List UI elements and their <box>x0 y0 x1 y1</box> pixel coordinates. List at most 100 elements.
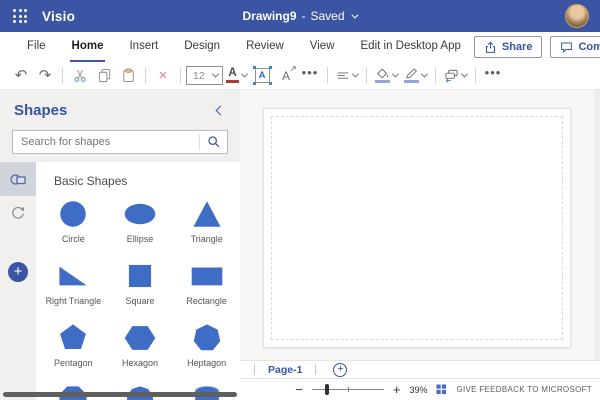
drawing-page[interactable] <box>263 108 571 348</box>
redo-button[interactable]: ↷ <box>33 64 57 88</box>
comments-icon <box>561 42 573 53</box>
chevron-down-icon <box>240 70 249 78</box>
shape-heptagon[interactable]: Heptagon <box>173 321 240 383</box>
feedback-link[interactable]: GIVE FEEDBACK TO MICROSOFT <box>456 385 592 394</box>
paste-button[interactable] <box>116 64 140 88</box>
delete-button[interactable]: × <box>151 64 175 88</box>
toolbar-divider <box>180 67 181 84</box>
line-pen-icon <box>405 68 417 79</box>
shapes-stencil-icon <box>10 174 26 185</box>
more-options-button[interactable]: ••• <box>481 64 505 88</box>
stencil-tab-shapes[interactable] <box>0 162 36 196</box>
search-button[interactable] <box>200 131 227 153</box>
canvas-vertical-scrollbar[interactable] <box>594 90 600 360</box>
share-icon <box>485 41 495 53</box>
text-orientation-button[interactable]: A <box>274 64 298 88</box>
toolbar-divider <box>435 67 436 84</box>
font-size-value: 12 <box>193 69 205 82</box>
user-avatar[interactable] <box>565 4 589 28</box>
shape-line-button[interactable] <box>401 64 430 88</box>
shape-pentagon[interactable]: Pentagon <box>40 321 107 383</box>
canvas-column: Page-1 + − + 39% GIVE FEEDBACK TO MICROS… <box>240 90 600 400</box>
font-size-select[interactable]: 12 <box>186 66 223 85</box>
page-tab-bar: Page-1 + <box>240 360 600 378</box>
shape-label: Triangle <box>190 234 223 244</box>
fit-to-window-icon <box>436 384 447 395</box>
zoom-out-button[interactable]: − <box>295 383 303 396</box>
tab-insert[interactable]: Insert <box>116 32 171 62</box>
shape-square[interactable]: Square <box>107 259 174 321</box>
zoom-in-button[interactable]: + <box>393 383 401 396</box>
shape-right-triangle[interactable]: Right Triangle <box>40 259 107 321</box>
zoom-level[interactable]: 39% <box>409 385 427 395</box>
toolbar-divider <box>475 67 476 84</box>
menu-tabs: File Home Insert Design Review View Edit in De… <box>14 32 474 62</box>
align-button[interactable] <box>333 64 361 88</box>
text-box-icon: A <box>254 68 270 83</box>
stencil-rail: + <box>0 162 36 400</box>
section-title: Basic Shapes <box>54 174 128 188</box>
shape-hexagon[interactable]: Hexagon <box>107 321 174 383</box>
stencil-tab-refresh[interactable] <box>0 196 36 230</box>
fit-to-window-button[interactable] <box>436 384 447 395</box>
tab-design[interactable]: Design <box>171 32 233 62</box>
toolbar-divider <box>366 67 367 84</box>
toolbar-divider <box>145 67 146 84</box>
collapse-panel-icon[interactable] <box>215 105 226 116</box>
tab-home[interactable]: Home <box>59 32 117 62</box>
tab-view[interactable]: View <box>297 32 348 62</box>
chevron-down-icon <box>391 70 400 78</box>
shape-label: Rectangle <box>186 296 227 306</box>
paste-icon <box>122 68 134 82</box>
copy-icon <box>98 68 110 83</box>
comments-label: Comments <box>578 41 600 53</box>
shapes-panel: Shapes Search for shapes + Basic Shapes … <box>0 90 240 400</box>
page-margin-guide <box>271 116 563 340</box>
refresh-icon <box>12 206 24 219</box>
panel-horizontal-scrollbar[interactable] <box>3 392 237 397</box>
chevron-down-icon <box>420 70 429 78</box>
undo-button[interactable]: ↶ <box>9 64 33 88</box>
toolbar-divider <box>327 67 328 84</box>
page-tab[interactable]: Page-1 <box>255 364 315 376</box>
copy-button[interactable] <box>92 64 116 88</box>
text-box-button[interactable]: A <box>250 64 274 88</box>
arrange-button[interactable] <box>441 64 470 88</box>
shape-search-input[interactable] <box>13 136 199 148</box>
scissors-icon <box>73 69 86 83</box>
shape-label: Heptagon <box>187 358 227 368</box>
shape-ellipse[interactable]: Ellipse <box>107 197 174 259</box>
chevron-down-icon <box>460 70 469 78</box>
arrange-icon <box>445 69 458 83</box>
save-status: Saved <box>310 9 345 23</box>
shape-circle[interactable]: Circle <box>40 197 107 259</box>
menu-actions: Share Comments <box>473 36 600 58</box>
shape-grid: Circle Ellipse Triangle Right Triangle Squar… <box>40 197 240 400</box>
shape-rectangle[interactable]: Rectangle <box>173 259 240 321</box>
shape-triangle[interactable]: Triangle <box>173 197 240 259</box>
title-separator: - <box>301 9 306 23</box>
shape-label: Right Triangle <box>45 296 102 306</box>
search-icon <box>207 136 219 148</box>
align-icon <box>337 71 349 79</box>
zoom-slider[interactable] <box>311 384 384 395</box>
add-page-button[interactable]: + <box>333 362 348 377</box>
zoom-slider-handle[interactable] <box>324 384 329 395</box>
menubar: File Home Insert Design Review View Edit in De… <box>0 32 600 62</box>
more-text-options-button[interactable]: ••• <box>298 64 322 88</box>
app-launcher-icon[interactable] <box>13 9 27 23</box>
main-area: Shapes Search for shapes + Basic Shapes … <box>0 90 600 400</box>
comments-button[interactable]: Comments <box>550 36 600 58</box>
tab-file[interactable]: File <box>14 32 59 62</box>
share-button[interactable]: Share <box>473 36 543 58</box>
add-stencil-button[interactable]: + <box>8 262 28 282</box>
app-name: Visio <box>42 8 76 24</box>
drawing-canvas[interactable] <box>240 90 600 360</box>
cut-button[interactable] <box>68 64 92 88</box>
shape-fill-button[interactable] <box>372 64 401 88</box>
toolbar-divider <box>62 67 63 84</box>
tab-edit-in-desktop-app[interactable]: Edit in Desktop App <box>348 32 474 62</box>
document-title[interactable]: Drawing9 - Saved <box>242 9 359 23</box>
tab-review[interactable]: Review <box>233 32 297 62</box>
font-color-button[interactable]: A <box>223 64 250 88</box>
